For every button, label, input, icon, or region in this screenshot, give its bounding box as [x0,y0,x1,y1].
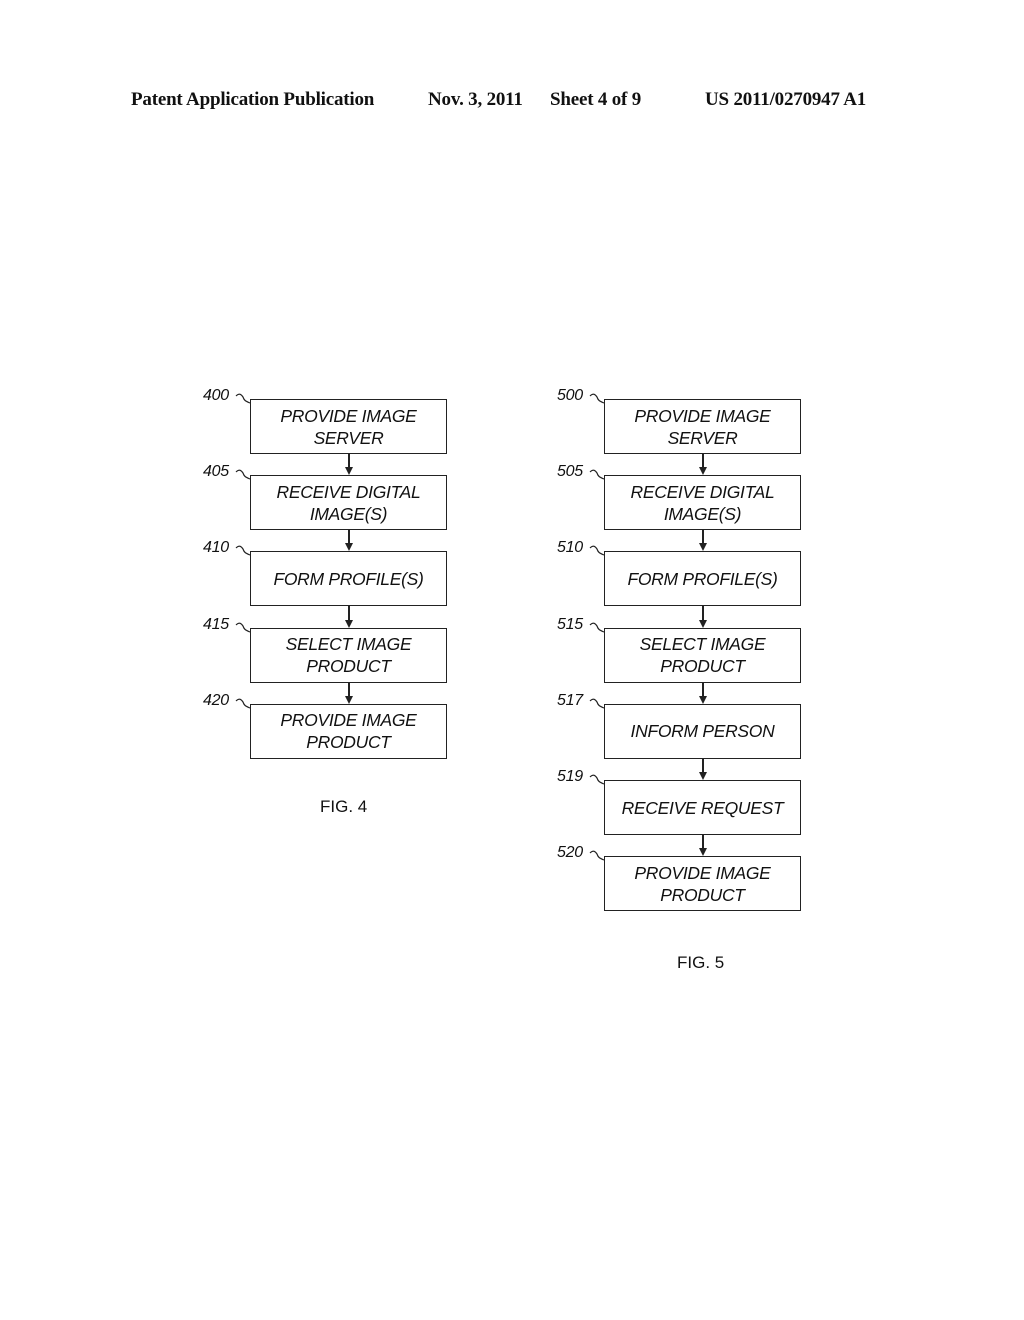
flowchart-step-box: FORM PROFILE(S) [604,551,801,607]
leader-line-icon [235,698,251,709]
step-label-line: SERVER [313,427,384,448]
step-reference-numeral: 405 [203,463,229,481]
step-label: FORM PROFILE(S) [627,568,777,590]
step-label-line: PRODUCT [660,884,745,905]
step-label: RECEIVE REQUEST [622,797,784,819]
leader-line-icon [589,850,605,861]
flowchart-step-box: PROVIDE IMAGE PRODUCT [604,856,801,912]
flowchart-step-box: RECEIVE DIGITAL IMAGE(S) [604,475,801,531]
leader-line-icon [235,545,251,556]
step-label-line: PRODUCT [660,656,745,677]
step-reference-numeral: 520 [557,844,583,862]
leader-line-icon [589,698,605,709]
leader-line-icon [235,469,251,480]
step-label: PROVIDE IMAGE SERVER [280,405,416,449]
leader-line-icon [589,545,605,556]
flowchart-step-box: SELECT IMAGE PRODUCT [604,627,801,683]
step-label: PROVIDE IMAGE PRODUCT [280,709,416,753]
flowchart-step-box: PROVIDE IMAGE PRODUCT [250,703,447,759]
step-label-line: FORM PROFILE(S) [273,568,424,589]
arrowhead-icon [345,619,353,628]
step-reference-numeral: 500 [557,387,583,404]
step-label-line: PROVIDE IMAGE [634,862,771,883]
step-reference-numeral: 517 [557,691,583,709]
step-label-line: IMAGE(S) [663,503,742,524]
leader-line-icon [589,774,605,785]
step-label-line: RECEIVE DIGITAL [276,481,421,502]
step-label-line: PROVIDE IMAGE [280,405,417,426]
arrowhead-icon [699,771,707,780]
step-label: SELECT IMAGE PRODUCT [286,633,412,677]
step-label: PROVIDE IMAGE SERVER [634,405,770,449]
leader-line-icon [589,393,605,404]
patent-number: US 2011/0270947 A1 [705,89,867,110]
arrowhead-icon [699,543,707,552]
sheet-number: Sheet 4 of 9 [550,89,642,110]
publication-label: Patent Application Publication [131,89,375,110]
flowchart-step-box: RECEIVE REQUEST [604,780,801,835]
step-label: PROVIDE IMAGE PRODUCT [634,862,770,906]
figure-4-caption: FIG. 4 [320,797,368,816]
leader-line-icon [235,622,251,633]
step-label-line: PROVIDE IMAGE [634,405,771,426]
leader-line-icon [589,469,605,480]
arrowhead-icon [345,467,353,476]
step-reference-numeral: 515 [557,615,583,633]
step-label: SELECT IMAGE PRODUCT [640,633,766,677]
step-reference-numeral: 519 [557,768,583,785]
step-label-line: PROVIDE IMAGE [280,710,417,731]
step-reference-numeral: 510 [557,539,583,557]
step-label-line: FORM PROFILE(S) [627,568,778,589]
step-label-line: RECEIVE DIGITAL [630,481,775,502]
flowchart-step-box: PROVIDE IMAGE SERVER [604,399,801,454]
step-reference-numeral: 410 [203,539,229,557]
arrowhead-icon [699,848,707,857]
step-label-line: SELECT IMAGE [639,634,766,655]
step-reference-numeral: 400 [203,387,229,404]
arrowhead-icon [345,695,353,704]
arrowhead-icon [699,695,707,704]
step-label-line: SELECT IMAGE [285,634,412,655]
step-label-line: PRODUCT [306,656,391,677]
arrowhead-icon [699,619,707,628]
step-label: FORM PROFILE(S) [273,568,423,590]
step-label: INFORM PERSON [631,720,775,742]
step-label: RECEIVE DIGITAL IMAGE(S) [277,481,421,525]
flowchart-step-box: SELECT IMAGE PRODUCT [250,627,447,683]
flowchart-step-box: PROVIDE IMAGE SERVER [250,399,447,454]
figure-5-caption: FIG. 5 [677,953,725,972]
leader-line-icon [235,393,251,404]
flowchart-step-box: INFORM PERSON [604,703,801,759]
step-label-line: PRODUCT [306,732,391,753]
arrowhead-icon [699,467,707,476]
step-reference-numeral: 415 [203,615,229,633]
flowchart-step-box: RECEIVE DIGITAL IMAGE(S) [250,475,447,531]
step-reference-numeral: 420 [203,691,229,709]
step-label-line: RECEIVE REQUEST [621,797,784,818]
step-label-line: SERVER [667,427,738,448]
step-label-line: INFORM PERSON [630,721,775,742]
arrowhead-icon [345,543,353,552]
flowchart-step-box: FORM PROFILE(S) [250,551,447,607]
step-label: RECEIVE DIGITAL IMAGE(S) [631,481,775,525]
leader-line-icon [589,622,605,633]
step-reference-numeral: 505 [557,463,583,481]
step-label-line: IMAGE(S) [309,503,388,524]
publication-date: Nov. 3, 2011 [428,89,523,110]
